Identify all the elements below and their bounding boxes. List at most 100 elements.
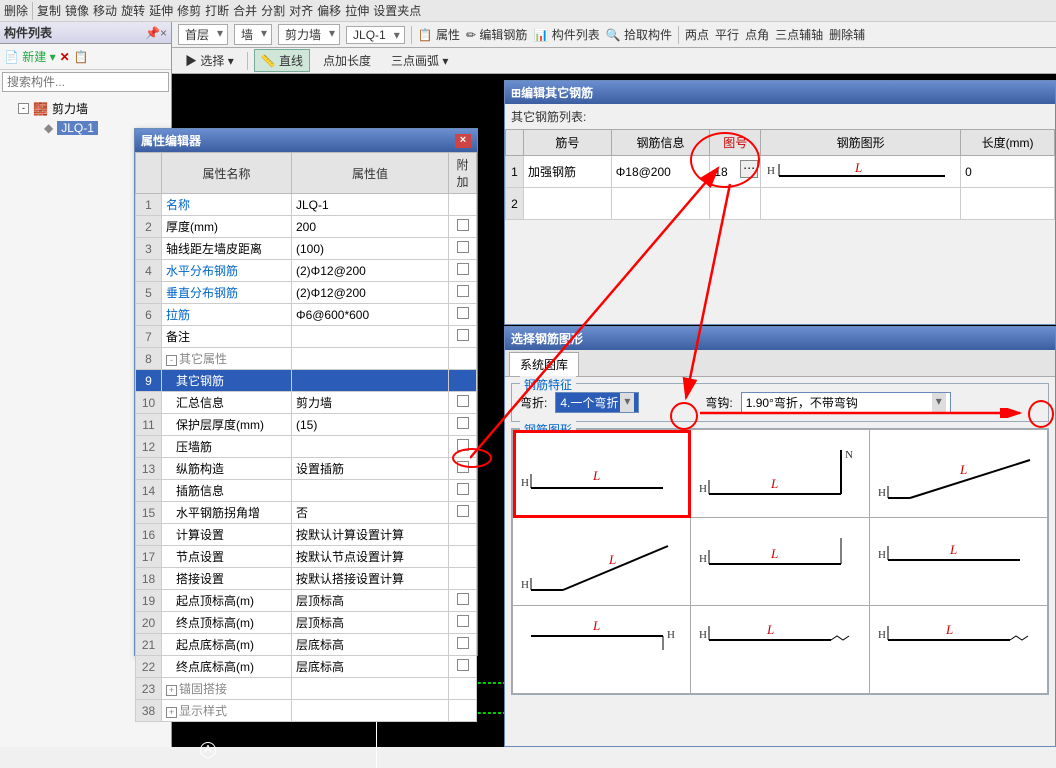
property-table: 属性名称 属性值 附加 1 名称 JLQ-1 2 厚度(mm) 200 3 轴线… <box>135 152 477 722</box>
prop-row[interactable]: 11 保护层厚度(mm) (15) <box>136 414 477 436</box>
svg-text:H: H <box>521 477 529 489</box>
btn-edit-rebar[interactable]: ✏ 编辑钢筋 <box>466 26 527 43</box>
shape-option[interactable]: LH <box>513 606 691 694</box>
rebar-dlg-titlebar[interactable]: ⊞ 编辑其它钢筋 <box>505 81 1055 104</box>
tb-extend[interactable]: 延伸 <box>149 2 173 19</box>
svg-text:L: L <box>945 622 953 637</box>
prop-row[interactable]: 16 计算设置 按默认计算设置计算 <box>136 524 477 546</box>
tree-toggle-icon[interactable]: - <box>18 103 29 114</box>
svg-text:L: L <box>959 462 967 477</box>
tb-mirror[interactable]: 镜像 <box>65 2 89 19</box>
svg-text:L: L <box>854 160 862 175</box>
svg-text:H: H <box>878 629 886 641</box>
btn-properties[interactable]: 📋 属性 <box>418 26 460 43</box>
svg-text:H: H <box>699 553 707 565</box>
btn-delaux[interactable]: 删除辅 <box>829 26 865 43</box>
pin-icon[interactable]: 📌 <box>145 26 160 40</box>
prop-row[interactable]: 22 终点底标高(m) 层底标高 <box>136 656 477 678</box>
shape-option[interactable]: HL <box>691 518 869 606</box>
rebar-row[interactable]: 2 <box>506 188 1055 220</box>
tb-delete[interactable]: 删除 <box>4 2 28 19</box>
prop-row[interactable]: 4 水平分布钢筋 (2)Φ12@200 <box>136 260 477 282</box>
rebar-row[interactable]: 1 加强钢筋 Φ18@200 18⋯ HL 0 <box>506 156 1055 188</box>
tb-break[interactable]: 打断 <box>205 2 229 19</box>
copy-item-icon[interactable]: 📋 <box>74 50 89 64</box>
tb-offset[interactable]: 偏移 <box>317 2 341 19</box>
shape-dlg-titlebar[interactable]: 选择钢筋图形 <box>505 327 1055 350</box>
instance-dropdown[interactable]: JLQ-1 <box>346 26 405 44</box>
btn-pick[interactable]: 🔍 拾取构件 <box>606 26 672 43</box>
prop-row[interactable]: 13 纵筋构造 设置插筋 <box>136 458 477 480</box>
btn-pointangle[interactable]: 点角 <box>745 26 769 43</box>
prop-row[interactable]: 23 +锚固搭接 <box>136 678 477 700</box>
prop-row[interactable]: 10 汇总信息 剪力墙 <box>136 392 477 414</box>
tb-trim[interactable]: 修剪 <box>177 2 201 19</box>
btn-threepoint[interactable]: 三点辅轴 <box>775 26 823 43</box>
tab-system-lib[interactable]: 系统图库 <box>509 352 579 376</box>
bend-dropdown[interactable]: 4.一个弯折 <box>555 392 639 413</box>
prop-row[interactable]: 5 垂直分布钢筋 (2)Φ12@200 <box>136 282 477 304</box>
col-rebar-info: 钢筋信息 <box>611 130 710 156</box>
svg-text:L: L <box>766 622 774 637</box>
tb-stretch[interactable]: 拉伸 <box>345 2 369 19</box>
tree-root[interactable]: - 🧱 剪力墙 <box>4 98 167 119</box>
component-icon: ◆ <box>44 121 53 135</box>
tb-join[interactable]: 合并 <box>233 2 257 19</box>
btn-twopoint[interactable]: 两点 <box>685 26 709 43</box>
subcategory-dropdown[interactable]: 剪力墙 <box>278 24 340 45</box>
btn-arc[interactable]: 三点画弧 ▾ <box>384 49 455 72</box>
shape-option[interactable]: HL <box>691 606 869 694</box>
prop-row[interactable]: 6 拉筋 Φ6@600*600 <box>136 304 477 326</box>
prop-row[interactable]: 7 备注 <box>136 326 477 348</box>
hook-dropdown[interactable]: 1.90°弯折，不带弯钩 <box>741 392 951 413</box>
main-toolbar-1: 首层 墙 剪力墙 JLQ-1 📋 属性 ✏ 编辑钢筋 📊 构件列表 🔍 拾取构件… <box>172 22 1056 48</box>
tb-move[interactable]: 移动 <box>93 2 117 19</box>
btn-point-length[interactable]: 点加长度 <box>316 49 378 72</box>
shape-option[interactable]: HL <box>513 518 691 606</box>
tb-grip[interactable]: 设置夹点 <box>373 2 421 19</box>
prop-row[interactable]: 3 轴线距左墙皮距离 (100) <box>136 238 477 260</box>
prop-row[interactable]: 15 水平钢筋拐角增 否 <box>136 502 477 524</box>
svg-text:H: H <box>521 579 529 591</box>
prop-row[interactable]: 12 压墙筋 <box>136 436 477 458</box>
btn-line[interactable]: 📏 直线 <box>254 49 310 72</box>
btn-component-list[interactable]: 📊 构件列表 <box>533 26 599 43</box>
category-dropdown[interactable]: 墙 <box>234 24 272 45</box>
prop-row[interactable]: 2 厚度(mm) 200 <box>136 216 477 238</box>
tb-align[interactable]: 对齐 <box>289 2 313 19</box>
prop-row[interactable]: 21 起点底标高(m) 层底标高 <box>136 634 477 656</box>
prop-row[interactable]: 9 其它钢筋 <box>136 370 477 392</box>
prop-row[interactable]: 1 名称 JLQ-1 <box>136 194 477 216</box>
prop-row[interactable]: 20 终点顶标高(m) 层顶标高 <box>136 612 477 634</box>
prop-row[interactable]: 14 插筋信息 <box>136 480 477 502</box>
delete-item-icon[interactable]: ✕ <box>60 50 70 64</box>
tb-rotate[interactable]: 旋转 <box>121 2 145 19</box>
prop-row[interactable]: 8 -其它属性 <box>136 348 477 370</box>
tb-copy[interactable]: 复制 <box>37 2 61 19</box>
btn-parallel[interactable]: 平行 <box>715 26 739 43</box>
btn-select[interactable]: ▶ 选择 ▾ <box>178 49 241 72</box>
shape-picker-button[interactable]: ⋯ <box>740 160 758 178</box>
prop-row[interactable]: 38 +显示样式 <box>136 700 477 722</box>
shape-option[interactable]: HL <box>870 430 1048 518</box>
svg-text:H: H <box>667 629 675 641</box>
select-shape-dialog: 选择钢筋图形 系统图库 钢筋特征 弯折: 4.一个弯折 弯钩: 1.90°弯折，… <box>504 326 1056 747</box>
shape-option[interactable]: HL <box>870 518 1048 606</box>
prop-row[interactable]: 17 节点设置 按默认节点设置计算 <box>136 546 477 568</box>
shape-option[interactable]: HLN <box>691 430 869 518</box>
axis-label: A <box>200 742 216 758</box>
hook-label: 弯钩: <box>705 394 732 411</box>
shape-option[interactable]: HL <box>513 430 691 518</box>
close-panel-icon[interactable]: × <box>160 26 167 40</box>
close-icon[interactable]: × <box>455 134 471 148</box>
search-input[interactable] <box>2 72 169 92</box>
svg-text:H: H <box>699 629 707 641</box>
prop-dlg-titlebar[interactable]: 属性编辑器 × <box>135 129 477 152</box>
new-button[interactable]: 📄 新建 ▾ <box>4 48 56 65</box>
prop-row[interactable]: 19 起点顶标高(m) 层顶标高 <box>136 590 477 612</box>
prop-row[interactable]: 18 搭接设置 按默认搭接设置计算 <box>136 568 477 590</box>
shape-option[interactable]: HL <box>870 606 1048 694</box>
svg-text:L: L <box>592 468 600 483</box>
tb-split[interactable]: 分割 <box>261 2 285 19</box>
layer-dropdown[interactable]: 首层 <box>178 24 228 45</box>
